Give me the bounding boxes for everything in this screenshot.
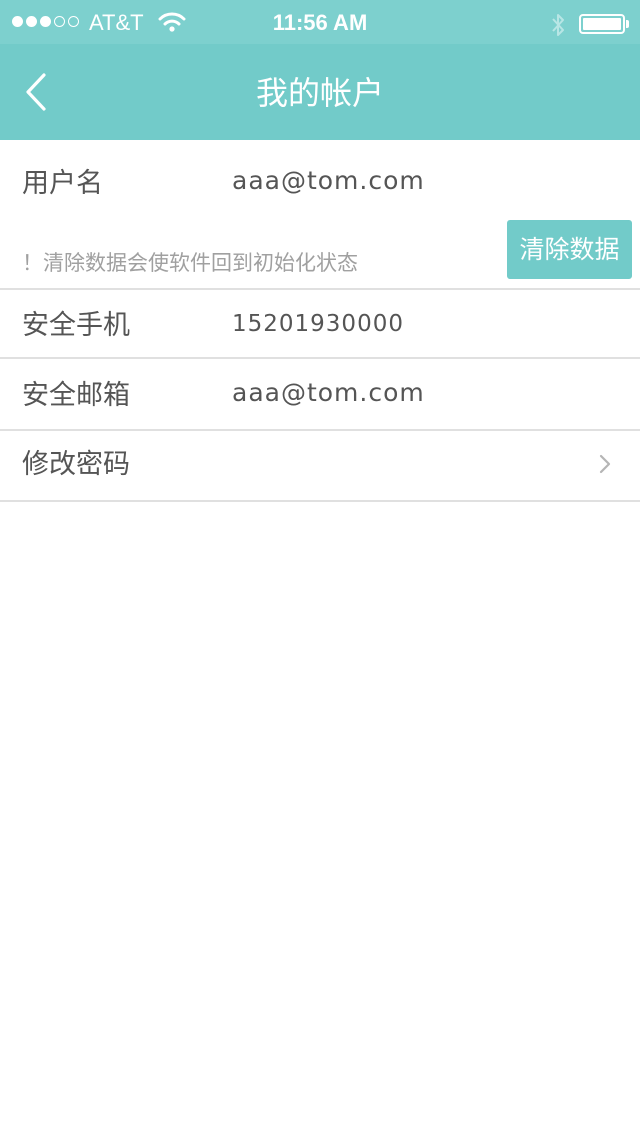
security-phone-value: 15201930000	[232, 311, 404, 337]
status-time: 11:56 AM	[272, 10, 368, 35]
security-email-row[interactable]: 安全邮箱 aaa@tom.com	[0, 359, 640, 429]
divider	[0, 500, 640, 502]
battery-tip	[626, 20, 629, 28]
clear-data-button[interactable]: 清除数据	[507, 220, 632, 279]
security-phone-label: 安全手机	[22, 310, 130, 341]
bluetooth-icon	[552, 14, 564, 36]
change-password-row[interactable]: 修改密码	[0, 431, 640, 500]
security-phone-row[interactable]: 安全手机 15201930000	[0, 290, 640, 357]
username-value: aaa@tom.com	[232, 166, 425, 195]
change-password-label: 修改密码	[22, 449, 130, 480]
username-label: 用户名	[22, 168, 103, 199]
security-email-value: aaa@tom.com	[232, 378, 425, 407]
status-bar: AT&T 11:56 AM	[0, 0, 640, 44]
clear-data-warning: ！清除数据会使软件回到初始化状态	[22, 251, 358, 275]
page-title: 我的帐户	[255, 74, 384, 112]
chevron-right-icon	[599, 454, 611, 474]
navigation-bar: 我的帐户	[0, 44, 640, 140]
battery-icon	[579, 14, 625, 34]
security-email-label: 安全邮箱	[22, 380, 130, 411]
account-screen: AT&T 11:56 AM 我的帐户 用户名 aaa@tom.com ！清除数据…	[0, 0, 640, 1136]
battery-level	[583, 18, 621, 30]
